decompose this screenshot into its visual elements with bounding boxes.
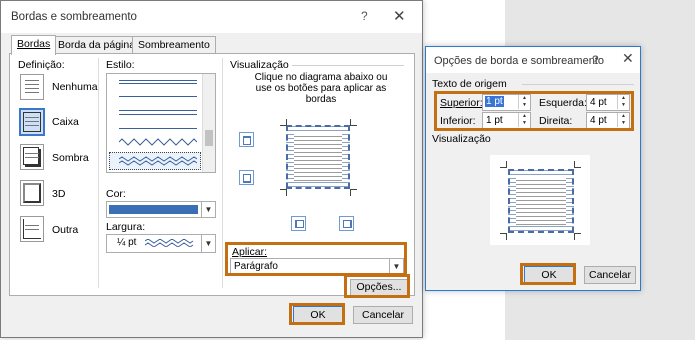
options-preview-box <box>508 169 574 233</box>
border-shading-options-dialog: Opções de borda e sombreamento ? ✕ Texto… <box>425 46 641 291</box>
highlight-ok <box>289 303 345 325</box>
cor-label: Cor: <box>106 188 126 200</box>
preview-corner <box>350 189 357 196</box>
dialog-title: Opções de borda e sombreamento <box>434 55 604 67</box>
borders-shading-dialog: Bordas e sombreamento ? ✕ Bordas Borda d… <box>0 0 423 338</box>
section-rule <box>292 65 404 66</box>
cancel-button[interactable]: Cancelar <box>353 306 413 324</box>
preview-corner <box>350 119 357 126</box>
style-line[interactable] <box>119 128 197 129</box>
visualizacao-label: Visualização <box>432 133 491 145</box>
border-preview-diagram[interactable] <box>286 125 350 189</box>
preview-corner <box>574 233 581 240</box>
style-selected-item[interactable] <box>109 152 201 170</box>
close-button[interactable]: ✕ <box>393 7 406 25</box>
setting-custom-label[interactable]: Outra <box>52 224 78 236</box>
setting-3d-label[interactable]: 3D <box>52 188 65 200</box>
preview-corner <box>280 189 287 196</box>
definicao-label: Definição: <box>18 59 65 71</box>
style-wavy-line[interactable] <box>119 138 197 146</box>
chevron-down-icon[interactable]: ▼ <box>201 202 215 217</box>
close-button[interactable]: ✕ <box>622 50 634 67</box>
color-swatch <box>109 205 198 214</box>
style-scrollbar[interactable] <box>202 74 215 172</box>
options-preview <box>490 155 590 245</box>
width-wavy-sample <box>145 239 194 247</box>
setting-box-label[interactable]: Caixa <box>52 116 79 128</box>
preview-text-lines <box>516 177 566 225</box>
tab-borda-da-pagina[interactable]: Borda da página <box>52 36 142 54</box>
bottom-border-button[interactable] <box>239 170 254 185</box>
setting-none-label[interactable]: Nenhuma <box>52 81 98 93</box>
highlight-margins <box>434 91 634 131</box>
title-bar: Opções de borda e sombreamento ? ✕ <box>426 47 640 73</box>
dialog-title: Bordas e sombreamento <box>11 11 137 23</box>
highlight-options <box>344 274 410 298</box>
tab-bordas[interactable]: Bordas <box>11 35 57 55</box>
top-border-button[interactable] <box>239 132 254 147</box>
visualizacao-label: Visualização <box>230 59 289 71</box>
scrollbar-thumb[interactable] <box>205 130 213 146</box>
right-border-button[interactable] <box>339 216 354 231</box>
style-listbox[interactable] <box>106 73 216 173</box>
title-bar: Bordas e sombreamento ? ✕ <box>1 1 422 33</box>
color-dropdown[interactable]: ▼ <box>106 201 216 218</box>
style-double-line[interactable] <box>119 80 197 84</box>
help-button[interactable]: ? <box>361 9 368 23</box>
highlight-apply-to <box>225 242 407 276</box>
left-border-button[interactable] <box>291 216 306 231</box>
style-thick-thin-line[interactable] <box>119 110 197 115</box>
largura-label: Largura: <box>106 221 146 233</box>
style-thin-line[interactable] <box>119 96 197 97</box>
style-double-wavy-line <box>119 156 197 166</box>
divider <box>98 58 99 288</box>
setting-shadow-icon[interactable] <box>20 144 44 170</box>
setting-none-icon[interactable] <box>20 74 44 100</box>
width-value: ¼ pt <box>117 237 137 248</box>
tab-sombreamento[interactable]: Sombreamento <box>132 36 216 54</box>
preview-hint: Clique no diagrama abaixo ou use os botõ… <box>254 72 388 105</box>
section-rule <box>522 84 634 85</box>
tab-panel: Definição: Nenhuma Caixa Sombra 3D Outra… <box>9 53 415 298</box>
preview-corner <box>500 233 507 240</box>
divider <box>222 58 223 288</box>
preview-text-lines <box>294 133 342 181</box>
help-button[interactable]: ? <box>592 53 599 67</box>
setting-3d-icon[interactable] <box>20 180 44 206</box>
source-text-heading: Texto de origem <box>432 78 507 90</box>
preview-corner <box>500 161 507 168</box>
chevron-down-icon[interactable]: ▼ <box>201 235 215 252</box>
estilo-label: Estilo: <box>106 59 135 71</box>
preview-corner <box>574 161 581 168</box>
setting-custom-icon[interactable] <box>20 216 44 242</box>
highlight-ok <box>520 263 576 285</box>
tab-label: Bordas <box>17 38 51 50</box>
width-dropdown[interactable]: ¼ pt ▼ <box>106 234 216 253</box>
setting-box-icon[interactable] <box>19 108 45 136</box>
cancel-button[interactable]: Cancelar <box>584 266 636 284</box>
preview-corner <box>280 119 287 126</box>
setting-shadow-label[interactable]: Sombra <box>52 152 89 164</box>
